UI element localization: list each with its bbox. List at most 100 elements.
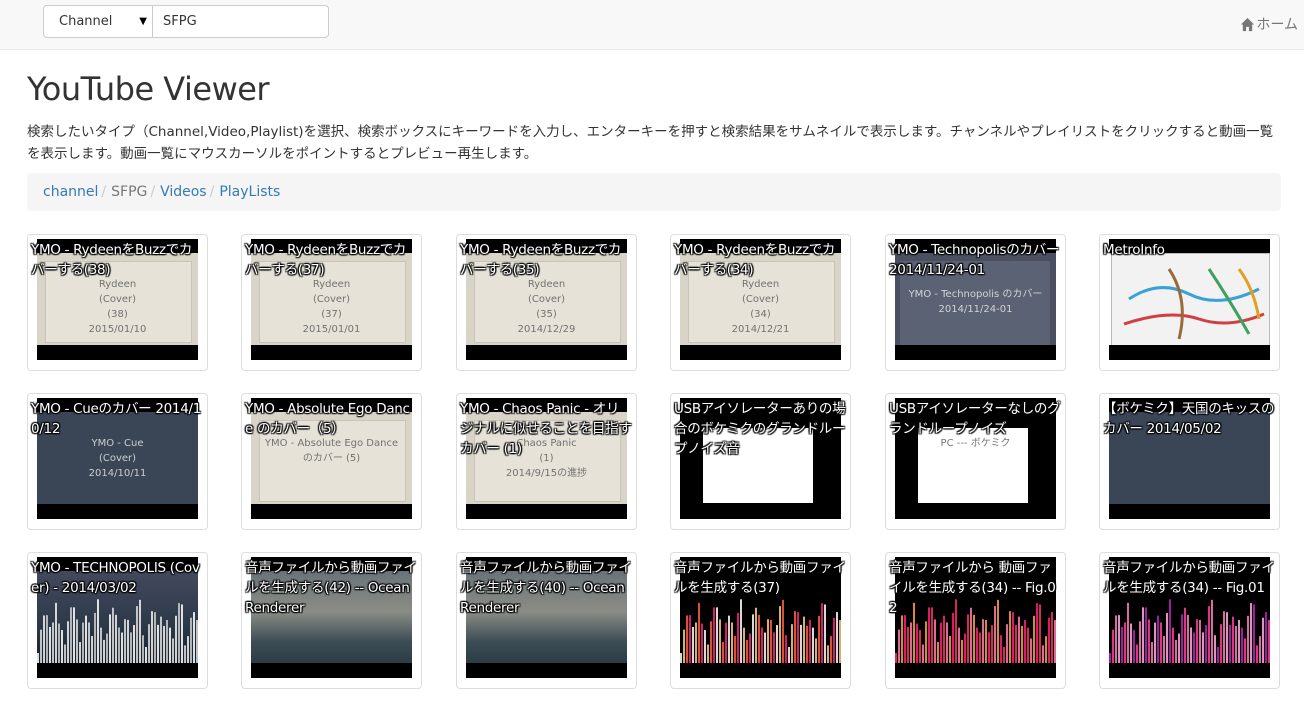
video-card[interactable]: 音声ファイルから 動画ファイルを生成する(34) -- Fig.02 (885, 552, 1066, 689)
video-title[interactable]: YMO - RydeenをBuzzでカバーする(37) (245, 240, 417, 280)
video-card[interactable]: YMO - Cue (Cover) 2014/10/11 YMO - Cueのカバ… (27, 393, 208, 530)
video-title[interactable]: USBアイソレーターありの場合のボケミクのグランドループノイズ音 (674, 399, 846, 459)
spectrum-bar (779, 606, 781, 663)
letterbox-bar (251, 504, 412, 519)
spectrum-bar (160, 616, 162, 663)
spectrum-bar (830, 636, 832, 663)
spectrum-bar (1157, 615, 1159, 663)
video-card[interactable]: 音声ファイルから動画ファイルを生成する(34) -- Fig.01 (1099, 552, 1280, 689)
video-title[interactable]: YMO - RydeenをBuzzでカバーする(38) (31, 240, 203, 280)
video-title[interactable]: YMO - Technopolisのカバー 2014/11/24-01 (889, 240, 1061, 280)
spectrum-bar (1223, 611, 1225, 663)
spectrum-bar (1244, 638, 1246, 663)
video-card[interactable]: MetroInfo (1099, 234, 1280, 371)
spectrum-bar (121, 632, 123, 663)
breadcrumb-videos[interactable]: Videos (160, 184, 207, 200)
video-title[interactable]: 音声ファイルから動画ファイルを生成する(40) -- Ocean Rendere… (460, 558, 632, 618)
spectrum-bar (686, 615, 688, 663)
spectrum-bar (1003, 646, 1005, 663)
spectrum-bar (1127, 602, 1129, 663)
video-card[interactable]: Rydeen (Cover) (38) 2015/01/10 YMO - Ryde… (27, 234, 208, 371)
video-card[interactable]: YMO - Absolute Ego Dance のカバー (5) YMO - A… (241, 393, 422, 530)
spectrum-bar (1160, 622, 1162, 663)
spectrum-bar (791, 624, 793, 663)
video-card[interactable]: YMO - Technopolis のカバー 2014/11/24-01 YMO … (885, 234, 1066, 371)
video-card[interactable]: 音声ファイルから動画ファイルを生成する(37) (670, 552, 851, 689)
spectrum-bar (1250, 603, 1252, 663)
video-title[interactable]: YMO - RydeenをBuzzでカバーする(35) (460, 240, 632, 280)
video-title[interactable]: YMO - TECHNOPOLIS (Cover) - 2014/03/02 (31, 558, 203, 598)
video-card[interactable]: Rydeen (Cover) (34) 2014/12/21 YMO - Ryde… (670, 234, 851, 371)
spectrum-bar (680, 653, 682, 663)
spectrum-bar (946, 622, 948, 663)
letterbox-bar (1109, 504, 1270, 519)
spectrum-bar (106, 633, 108, 663)
video-card[interactable]: 音声ファイルから動画ファイルを生成する(40) -- Ocean Rendere… (456, 552, 637, 689)
spectrum-bar (1208, 606, 1210, 663)
video-title[interactable]: YMO - Absolute Ego Dance のカバー（5） (245, 399, 417, 439)
breadcrumb-separator: / (101, 184, 107, 200)
spectrum-bar (1214, 635, 1216, 663)
video-title[interactable]: YMO - RydeenをBuzzでカバーする(34) (674, 240, 846, 280)
video-title[interactable]: 音声ファイルから動画ファイルを生成する(42) -- Ocean Rendere… (245, 558, 417, 618)
spectrum-bar (704, 630, 706, 663)
spectrum-bar (1151, 642, 1153, 663)
spectrum-bar (157, 624, 159, 663)
spectrum-bar (148, 624, 150, 663)
video-card[interactable]: Rydeen (Cover) (37) 2015/01/01 YMO - Ryde… (241, 234, 422, 371)
spectrum-bar (740, 599, 742, 663)
home-link[interactable]: ホーム (1240, 14, 1298, 34)
spectrum-bar (139, 599, 141, 663)
spectrum-bar (815, 638, 817, 663)
spectrum-bar (1232, 616, 1234, 663)
spectrum-bar (163, 625, 165, 663)
video-title[interactable]: YMO - Chaos Panic - オリジナルに似せることを目指すカバー (… (460, 399, 632, 459)
spectrum-bar (1145, 607, 1147, 663)
video-card[interactable]: PC --- ボケミク USBアイソレーターなしのグランドループノイズ (885, 393, 1066, 530)
video-card[interactable]: 音声ファイルから動画ファイルを生成する(42) -- Ocean Rendere… (241, 552, 422, 689)
letterbox-bar (251, 345, 412, 360)
spectrum-bar (1139, 621, 1141, 663)
spectrum-bar (988, 632, 990, 663)
spectrum-bar (949, 635, 951, 663)
video-title[interactable]: 音声ファイルから 動画ファイルを生成する(34) -- Fig.02 (889, 558, 1061, 618)
spectrum-bar (52, 622, 54, 663)
spectrum-bar (767, 619, 769, 663)
spectrum-bar (40, 629, 42, 663)
spectrum-bar (919, 630, 921, 663)
search-input[interactable] (153, 5, 329, 38)
spectrum-bar (1109, 653, 1111, 663)
spectrum-bar (1118, 615, 1120, 663)
video-title[interactable]: 【ボケミク】天国のキッスのカバー 2014/05/02 (1103, 399, 1275, 439)
spectrum-bar (961, 639, 963, 663)
video-title[interactable]: USBアイソレーターなしのグランドループノイズ (889, 399, 1061, 439)
breadcrumb-playlists[interactable]: PlayLists (219, 184, 280, 200)
search-type-select[interactable]: Channel ▼ (43, 5, 153, 38)
thumbnail-caption: Rydeen (Cover) (37) 2015/01/01 (302, 279, 361, 335)
spectrum-bar (743, 627, 745, 663)
thumbnail-caption: Rydeen (Cover) (34) 2014/12/21 (731, 279, 790, 335)
page-description: 検索したいタイプ（Channel,Video,Playlist)を選択、検索ボッ… (27, 124, 1274, 162)
spectrum-bar (181, 604, 183, 663)
breadcrumb-channel[interactable]: channel (43, 184, 98, 200)
video-title[interactable]: YMO - Cueのカバー 2014/10/12 (31, 399, 203, 439)
video-card[interactable]: Chaos Panic (1) 2014/9/15の進捗 YMO - Chaos … (456, 393, 637, 530)
spectrum-bar (43, 615, 45, 663)
video-card[interactable]: USBアイソレーターありの場合のボケミクのグランドループノイズ音 (670, 393, 851, 530)
spectrum-bar (683, 629, 685, 663)
video-title[interactable]: MetroInfo (1103, 240, 1275, 260)
spectrum-bar (812, 627, 814, 663)
spectrum-bar (934, 619, 936, 663)
spectrum-bar (103, 639, 105, 663)
spectrum-bar (61, 630, 63, 663)
spectrum-bar (895, 653, 897, 663)
spectrum-bar (1229, 624, 1231, 663)
spectrum-bar (1042, 645, 1044, 663)
video-title[interactable]: 音声ファイルから動画ファイルを生成する(37) (674, 558, 846, 598)
video-card[interactable]: YMO - TECHNOPOLIS (Cover) - 2014/03/02 (27, 552, 208, 689)
video-card[interactable]: Rydeen (Cover) (35) 2014/12/29 YMO - Ryde… (456, 234, 637, 371)
spectrum-bar (46, 615, 48, 663)
video-title[interactable]: 音声ファイルから動画ファイルを生成する(34) -- Fig.01 (1103, 558, 1275, 598)
video-card[interactable]: 【ボケミク】天国のキッスのカバー 2014/05/02 (1099, 393, 1280, 530)
spectrum-bar (1226, 612, 1228, 663)
